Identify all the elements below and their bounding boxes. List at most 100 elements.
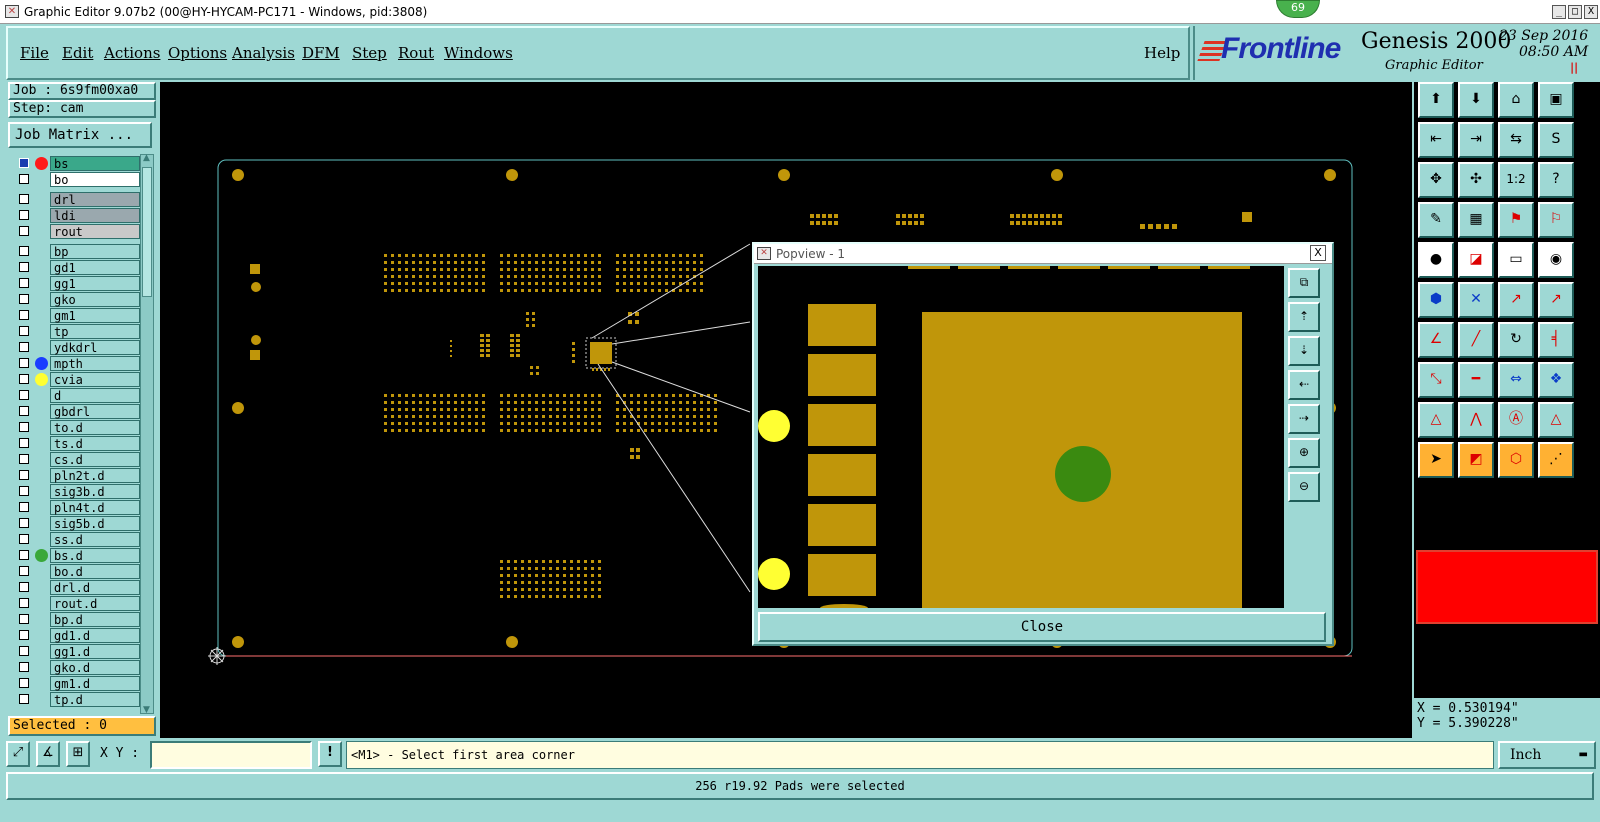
layer-checkbox[interactable] — [19, 374, 29, 384]
arc-up-icon[interactable]: Ⓐ — [1498, 402, 1534, 438]
popview-zoom-in-button[interactable]: ⊕ — [1288, 438, 1320, 468]
layer-checkbox[interactable] — [19, 174, 29, 184]
layer-row[interactable]: cs.d — [16, 452, 146, 467]
menu-dfm[interactable]: DFM — [302, 44, 340, 62]
layer-name[interactable]: bo — [50, 172, 140, 187]
layer-row[interactable]: bo.d — [16, 564, 146, 579]
layer-checkbox[interactable] — [19, 278, 29, 288]
layer-name[interactable]: ss.d — [50, 532, 140, 547]
layer-checkbox[interactable] — [19, 598, 29, 608]
menu-step[interactable]: Step — [352, 44, 387, 62]
grid-icon[interactable]: ▦ — [1458, 202, 1494, 238]
pause-icon[interactable]: || — [1499, 60, 1588, 76]
popview-zoom-out-button[interactable]: ⊖ — [1288, 472, 1320, 502]
layer-name[interactable]: sig3b.d — [50, 484, 140, 499]
layer-checkbox[interactable] — [19, 566, 29, 576]
arc-icon[interactable]: ⋀ — [1458, 402, 1494, 438]
help-icon[interactable]: ? — [1538, 162, 1574, 198]
add-pad-icon[interactable]: ● — [1418, 242, 1454, 278]
layer-row[interactable]: bo — [16, 172, 146, 187]
menu-rout[interactable]: Rout — [398, 44, 434, 62]
prompt-icon[interactable]: ! — [318, 741, 342, 767]
popview-zoom-fit-button[interactable]: ⧉ — [1288, 268, 1320, 298]
layer-name[interactable]: gd1 — [50, 260, 140, 275]
close-window-button[interactable]: X — [1584, 5, 1598, 19]
layer-checkbox[interactable] — [19, 550, 29, 560]
layer-row[interactable]: gko.d — [16, 660, 146, 675]
snap-mode-icon[interactable]: ⤢ — [6, 741, 30, 767]
line-icon[interactable]: ━ — [1458, 362, 1494, 398]
layer-row[interactable]: drl — [16, 192, 146, 207]
layer-checkbox[interactable] — [19, 502, 29, 512]
layer-name[interactable]: drl.d — [50, 580, 140, 595]
select-box-icon[interactable]: ◩ — [1458, 442, 1494, 478]
split-icon[interactable]: ╡ — [1538, 322, 1574, 358]
layer-checkbox[interactable] — [19, 518, 29, 528]
layer-name[interactable]: gg1 — [50, 276, 140, 291]
layer-name[interactable]: ydkdrl — [50, 340, 140, 355]
layer-row[interactable]: pln4t.d — [16, 500, 146, 515]
layer-checkbox[interactable] — [19, 210, 29, 220]
layer-name[interactable]: ts.d — [50, 436, 140, 451]
zoom-profile-icon[interactable]: ✣ — [1458, 162, 1494, 198]
layer-checkbox[interactable] — [19, 310, 29, 320]
layer-checkbox[interactable] — [19, 694, 29, 704]
resize-icon[interactable]: ⤡ — [1418, 362, 1454, 398]
layer-name[interactable]: mpth — [50, 356, 140, 371]
overview-highlight[interactable] — [1416, 550, 1598, 624]
layer-checkbox[interactable] — [19, 358, 29, 368]
layer-name[interactable]: cvia — [50, 372, 140, 387]
layer-name[interactable]: gd1.d — [50, 628, 140, 643]
layer-row[interactable]: sig3b.d — [16, 484, 146, 499]
layer-name[interactable]: bs — [50, 156, 140, 171]
net-icon[interactable]: ⚑ — [1498, 202, 1534, 238]
triangle-icon[interactable]: △ — [1418, 402, 1454, 438]
layer-name[interactable]: gg1.d — [50, 644, 140, 659]
layer-row[interactable]: rout.d — [16, 596, 146, 611]
grid-mode-icon[interactable]: ⊞ — [66, 741, 90, 767]
layer-name[interactable]: gbdrl — [50, 404, 140, 419]
job-matrix-button[interactable]: Job Matrix ... — [8, 122, 152, 148]
layer-row[interactable]: bs.d — [16, 548, 146, 563]
menu-options[interactable]: Options — [168, 44, 227, 62]
stretch-icon[interactable]: ⇔ — [1498, 362, 1534, 398]
layer-name[interactable]: gm1 — [50, 308, 140, 323]
layer-row[interactable]: bs — [16, 156, 146, 171]
scroll-thumb[interactable] — [142, 167, 152, 297]
popview-pan-left-button[interactable]: ⇠ — [1288, 370, 1320, 400]
layer-name[interactable]: to.d — [50, 420, 140, 435]
layer-checkbox[interactable] — [19, 246, 29, 256]
layer-checkbox[interactable] — [19, 226, 29, 236]
layer-row[interactable]: rout — [16, 224, 146, 239]
layer-name[interactable]: d — [50, 388, 140, 403]
scroll-up-icon[interactable]: ▲ — [143, 153, 150, 163]
layer-name[interactable]: cs.d — [50, 452, 140, 467]
layer-row[interactable]: bp — [16, 244, 146, 259]
layer-name[interactable]: rout.d — [50, 596, 140, 611]
layer-name[interactable]: drl — [50, 192, 140, 207]
layer-row[interactable]: drl.d — [16, 580, 146, 595]
popview-pan-up-button[interactable]: ⇡ — [1288, 302, 1320, 332]
select-poly-icon[interactable]: ⬡ — [1498, 442, 1534, 478]
layer-checkbox[interactable] — [19, 534, 29, 544]
layer-name[interactable]: gm1.d — [50, 676, 140, 691]
layer-name[interactable]: bp — [50, 244, 140, 259]
select-icon[interactable]: ➤ — [1418, 442, 1454, 478]
layer-name[interactable]: ldi — [50, 208, 140, 223]
layer-checkbox[interactable] — [19, 342, 29, 352]
surface-icon[interactable]: ◉ — [1538, 242, 1574, 278]
layer-name[interactable]: bs.d — [50, 548, 140, 563]
units-select[interactable]: Inch ▬ — [1498, 741, 1596, 769]
zoom-fit-icon[interactable]: ✥ — [1418, 162, 1454, 198]
menu-help[interactable]: Help — [1144, 44, 1180, 62]
group-icon[interactable]: ❖ — [1538, 362, 1574, 398]
menu-edit[interactable]: Edit — [62, 44, 93, 62]
layer-row[interactable]: gm1 — [16, 308, 146, 323]
xy-input[interactable] — [150, 741, 312, 769]
layer-row[interactable]: gko — [16, 292, 146, 307]
layer-row[interactable]: pln2t.d — [16, 468, 146, 483]
layer-checkbox[interactable] — [19, 678, 29, 688]
angle-icon[interactable]: ∠ — [1418, 322, 1454, 358]
layer-checkbox[interactable] — [19, 390, 29, 400]
layer-row[interactable]: d — [16, 388, 146, 403]
